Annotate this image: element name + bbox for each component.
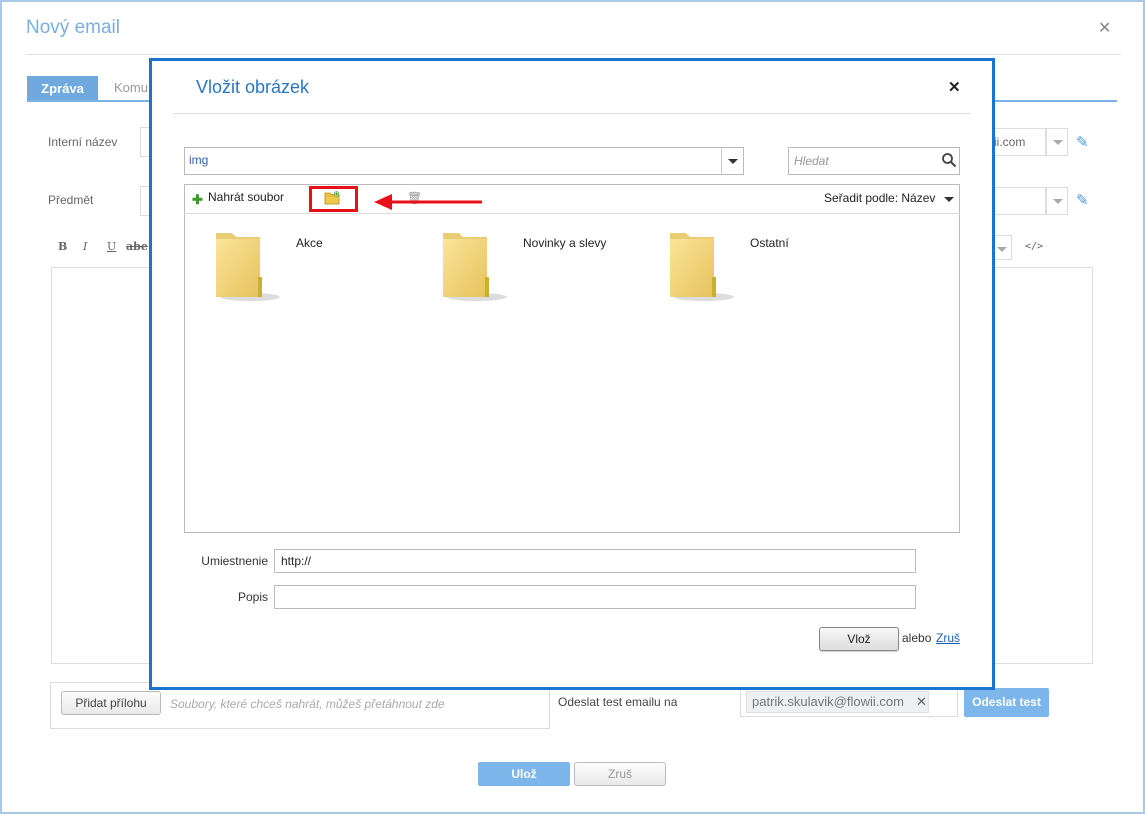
- folder-item[interactable]: Ostatní: [668, 229, 868, 309]
- modal-close-icon[interactable]: ✕: [948, 78, 961, 96]
- save-button[interactable]: Ulož: [478, 762, 570, 786]
- folder-path-value: img: [189, 153, 209, 167]
- folder-item[interactable]: Akce: [214, 229, 414, 309]
- edit-reply-icon[interactable]: ✎: [1076, 191, 1089, 209]
- reply-select[interactable]: [994, 187, 1046, 215]
- pointer-arrow: [374, 194, 482, 210]
- description-label: Popis: [237, 590, 268, 604]
- insert-button[interactable]: Vlož: [819, 627, 899, 651]
- underline-button[interactable]: U: [107, 240, 116, 253]
- folder-icon: [216, 233, 280, 301]
- tab-recipients[interactable]: Komu: [114, 80, 148, 95]
- folder-name: Novinky a slevy: [523, 236, 607, 250]
- bold-button[interactable]: B: [58, 240, 67, 253]
- folder-icon: [670, 233, 734, 301]
- folder-path-dropdown-icon[interactable]: [721, 148, 743, 174]
- cancel-link[interactable]: Zruš: [936, 631, 960, 645]
- send-test-button[interactable]: Odeslat test: [964, 688, 1049, 717]
- window-title: Nový email: [26, 17, 120, 38]
- folder-name: Ostatní: [750, 236, 789, 250]
- folder-icon: [443, 233, 507, 301]
- reply-dropdown-icon[interactable]: [1046, 187, 1068, 215]
- description-input[interactable]: [274, 585, 916, 609]
- italic-button[interactable]: I: [83, 240, 87, 253]
- tab-message[interactable]: Zpráva: [27, 76, 98, 101]
- location-label: Umiestnenie: [201, 554, 268, 568]
- attachment-hint: Soubory, které chceš nahrát, můžeš přetá…: [170, 697, 445, 711]
- new-folder-highlight: [309, 186, 358, 212]
- remove-chip-icon[interactable]: ✕: [916, 694, 927, 710]
- folder-item[interactable]: Novinky a slevy: [441, 229, 641, 309]
- cancel-button[interactable]: Zruš: [574, 762, 666, 786]
- test-email-chip: patrik.skulavik@flowii.com: [746, 691, 929, 713]
- sender-dropdown-icon[interactable]: [1046, 128, 1068, 156]
- test-email-label: Odeslat test emailu na: [558, 695, 678, 709]
- folder-path-select[interactable]: [184, 147, 744, 175]
- internal-name-label: Interní název: [48, 135, 118, 149]
- window-close-icon[interactable]: ✕: [1098, 18, 1111, 38]
- sender-value: ii.com: [994, 135, 1026, 149]
- plus-icon[interactable]: ✚: [192, 192, 203, 208]
- modal-title: Vložit obrázek: [196, 77, 310, 97]
- sort-by-button[interactable]: Seřadit podle: Název: [824, 191, 935, 205]
- search-icon[interactable]: [941, 152, 957, 168]
- subject-label: Předmět: [48, 193, 94, 207]
- modal-title-divider: [173, 113, 970, 114]
- or-text: alebo: [902, 631, 932, 645]
- strikethrough-button[interactable]: abe: [126, 240, 148, 253]
- search-input[interactable]: [788, 147, 960, 175]
- sort-chevron-down-icon[interactable]: [944, 197, 954, 202]
- source-code-icon[interactable]: </>: [1025, 241, 1043, 252]
- upload-file-button[interactable]: Nahrát soubor: [208, 190, 284, 204]
- title-divider: [26, 54, 1121, 55]
- add-attachment-button[interactable]: Přidat přílohu: [61, 691, 161, 715]
- edit-sender-icon[interactable]: ✎: [1076, 133, 1089, 151]
- location-input[interactable]: [274, 549, 916, 573]
- folder-name: Akce: [296, 236, 323, 250]
